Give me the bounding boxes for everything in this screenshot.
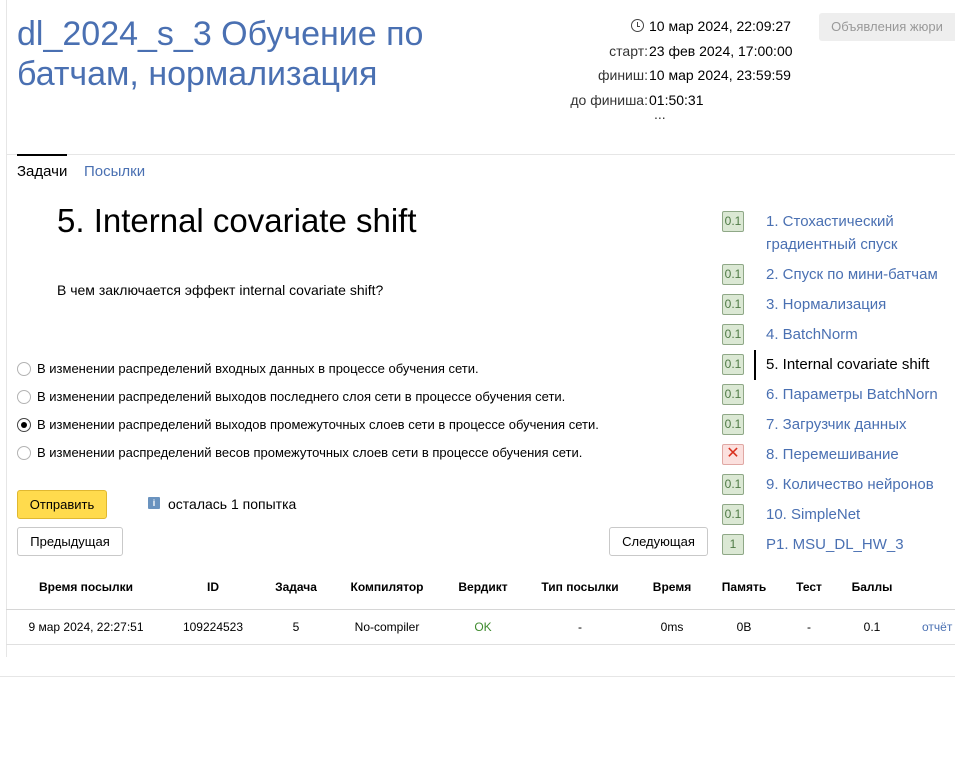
answer-option[interactable]: В изменении распределений выходов послед… xyxy=(17,387,707,415)
footer-divider xyxy=(0,676,955,677)
score-badge: 0.1 xyxy=(722,324,744,345)
column-header: ID xyxy=(207,580,219,594)
column-header: Баллы xyxy=(851,580,893,594)
answer-option[interactable]: В изменении распределений входных данных… xyxy=(17,359,707,387)
column-header: Вердикт xyxy=(458,580,508,594)
finish-row: финиш: 10 мар 2024, 23:59:59 xyxy=(520,63,820,88)
remaining-row: до финиша: 01:50:31 xyxy=(520,88,820,113)
score-badge: 0.1 xyxy=(722,414,744,435)
problem-statement: В чем заключается эффект internal covari… xyxy=(57,282,384,298)
tabs-divider xyxy=(6,154,955,155)
finish-label: финиш: xyxy=(597,67,648,83)
problem-link[interactable]: 4. BatchNorm xyxy=(766,323,858,346)
problem-link[interactable]: P1. MSU_DL_HW_3 xyxy=(766,533,904,556)
column-header: Время xyxy=(652,580,692,594)
contest-timing: 10 мар 2024, 22:09:27 старт: 23 фев 2024… xyxy=(520,14,820,112)
problem-link[interactable]: 9. Количество нейронов xyxy=(766,473,934,496)
clock-icon xyxy=(631,19,644,32)
answer-option-label: В изменении распределений выходов промеж… xyxy=(37,417,599,432)
column-header: Тип посылки xyxy=(541,580,619,594)
tab-submissions[interactable]: Посылки xyxy=(84,163,145,181)
radio-button[interactable] xyxy=(17,418,31,432)
report-link[interactable]: отчёт xyxy=(922,620,952,634)
jury-announcements-button[interactable]: Объявления жюри xyxy=(819,13,955,41)
submission-verdict: OK xyxy=(474,620,492,634)
score-badge: 0.1 xyxy=(722,211,744,232)
problem-link[interactable]: градиентный спуск xyxy=(766,233,897,256)
score-badge: 0.1 xyxy=(722,384,744,405)
column-header: Задача xyxy=(275,580,317,594)
score-badge: ✕ xyxy=(722,444,744,465)
attempts-left: осталась 1 попытка xyxy=(168,496,297,512)
info-icon: i xyxy=(148,497,160,509)
submission-type: - xyxy=(578,620,582,634)
answer-option[interactable]: В изменении распределений весов промежут… xyxy=(17,443,707,471)
submission-task: 5 xyxy=(292,620,300,634)
submission-test: - xyxy=(807,620,811,634)
tab-active-indicator xyxy=(17,154,67,156)
column-header: Компилятор xyxy=(350,580,424,594)
start-label: старт: xyxy=(609,42,648,59)
answer-options: В изменении распределений входных данных… xyxy=(17,359,707,471)
problem-link[interactable]: 10. SimpleNet xyxy=(766,503,860,526)
next-problem-button[interactable]: Следующая xyxy=(609,527,708,556)
radio-button[interactable] xyxy=(17,446,31,460)
radio-button[interactable] xyxy=(17,362,31,376)
answer-option-label: В изменении распределений весов промежут… xyxy=(37,445,583,460)
submission-id: 109224523 xyxy=(182,620,244,634)
score-badge: 0.1 xyxy=(722,294,744,315)
problem-link[interactable]: 3. Нормализация xyxy=(766,293,886,316)
problem-link[interactable]: 1. Стохастический xyxy=(766,210,894,233)
finish-time: 10 мар 2024, 23:59:59 xyxy=(649,67,791,83)
submission-compiler: No-compiler xyxy=(354,620,420,634)
active-problem-indicator xyxy=(754,350,756,380)
column-header: Время посылки xyxy=(38,580,134,594)
submission-memory: 0B xyxy=(736,620,752,634)
radio-button[interactable] xyxy=(17,390,31,404)
score-badge: 1 xyxy=(722,534,744,555)
current-time: 10 мар 2024, 22:09:27 xyxy=(649,18,791,34)
score-badge: 0.1 xyxy=(722,504,744,525)
problem-link[interactable]: 7. Загрузчик данных xyxy=(766,413,906,436)
table-row-divider xyxy=(6,644,955,645)
more-timing-toggle[interactable]: ... xyxy=(654,106,666,122)
problem-link[interactable]: 6. Параметры BatchNorn xyxy=(766,383,938,406)
problem-title: 5. Internal covariate shift xyxy=(57,202,417,239)
problem-link[interactable]: 8. Перемешивание xyxy=(766,443,899,466)
answer-option[interactable]: В изменении распределений выходов промеж… xyxy=(17,415,707,443)
problem-link[interactable]: 2. Спуск по мини-батчам xyxy=(766,263,938,286)
table-header-divider xyxy=(6,609,955,610)
current-time-row: 10 мар 2024, 22:09:27 xyxy=(520,14,820,39)
start-time: 23 фев 2024, 17:00:00 xyxy=(649,42,793,59)
start-row: старт: 23 фев 2024, 17:00:00 xyxy=(520,39,820,64)
problem-link[interactable]: 5. Internal covariate shift xyxy=(766,353,929,376)
answer-option-label: В изменении распределений выходов послед… xyxy=(37,389,566,404)
score-badge: 0.1 xyxy=(722,354,744,375)
submission-run-time: 0ms xyxy=(660,620,684,634)
submission-time: 9 мар 2024, 22:27:51 xyxy=(28,620,144,634)
previous-problem-button[interactable]: Предыдущая xyxy=(17,527,123,556)
submission-score: 0.1 xyxy=(863,620,881,634)
score-badge: 0.1 xyxy=(722,474,744,495)
tab-tasks[interactable]: Задачи xyxy=(17,163,67,181)
submit-button[interactable]: Отправить xyxy=(17,490,107,519)
contest-title: dl_2024_s_3 Обучение по батчам, нормализ… xyxy=(17,15,424,93)
score-badge: 0.1 xyxy=(722,264,744,285)
remaining-label: до финиша: xyxy=(570,91,648,108)
column-header: Тест xyxy=(796,580,822,594)
answer-option-label: В изменении распределений входных данных… xyxy=(37,361,479,376)
column-header: Память xyxy=(721,580,767,594)
